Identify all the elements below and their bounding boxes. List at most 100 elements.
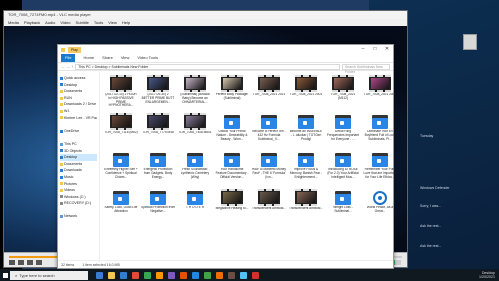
- notification-item[interactable]: Tuesday: [420, 134, 490, 138]
- file-item[interactable]: Spiritual Protection from Negative...: [141, 189, 175, 226]
- file-item[interactable]: Introducing ID ROSE (For 2.0) Your Artif…: [326, 151, 360, 188]
- file-name: TOR_7008_2021 (M112): [330, 93, 356, 100]
- ribbon-tab[interactable]: Home: [83, 54, 94, 62]
- file-item[interactable]: TOR_7008_2021 (M112): [326, 75, 360, 112]
- app-icon[interactable]: [108, 271, 115, 279]
- file-item[interactable]: Unlock Your Primal Nature - Desirability…: [215, 113, 249, 150]
- sidebar-item[interactable]: OneDrive: [60, 128, 97, 135]
- previous-icon[interactable]: [18, 260, 24, 265]
- file-item[interactable]: Dominate Your Ex Boyfriend Full of Love …: [363, 113, 397, 150]
- file-item[interactable]: (2017-09-30) 2 BETTER PRIME BUTT ENLARGE…: [141, 75, 175, 112]
- file-item[interactable]: Perfect Body Package! (Subliminal): [215, 75, 249, 112]
- notification-item[interactable]: Ask the rest...: [420, 244, 490, 248]
- vlc-menu-item[interactable]: Playback: [24, 19, 40, 26]
- sidebar-item[interactable]: RUN: [60, 95, 97, 102]
- vlc-menu-item[interactable]: Tools: [94, 19, 103, 26]
- app-icon[interactable]: [240, 271, 247, 279]
- close-icon[interactable]: ✕: [381, 45, 393, 54]
- file-item[interactable]: Extremely Higher Self + Confidence + Spi…: [104, 151, 138, 188]
- ribbon-tab[interactable]: View: [121, 54, 130, 62]
- stop-icon[interactable]: [27, 260, 33, 265]
- file-item[interactable]: Transcendent Artificial...: [252, 189, 286, 226]
- sidebar-item[interactable]: Downloads 2 / Drive: [60, 101, 97, 108]
- file-item[interactable]: Safety, Luck, Good Life Attraction: [104, 189, 138, 226]
- vlc-menu-item[interactable]: Subtitle: [76, 19, 89, 26]
- file-item[interactable]: Fresh Soundtrack: Lyrithenic Cemetery (W…: [178, 151, 212, 188]
- sidebar-item[interactable]: Windows (C:): [60, 194, 97, 201]
- vlc-menu-item[interactable]: Video: [60, 19, 70, 26]
- file-item[interactable]: TOR_7008_7408 M601: [178, 113, 212, 150]
- sidebar-item[interactable]: Documents: [60, 88, 97, 95]
- file-item[interactable]: Your Handsome Feature Documentary - Offi…: [215, 151, 249, 188]
- vlc-menu-item[interactable]: Help: [122, 19, 130, 26]
- file-item[interactable]: Become an INSEEBLE - l...aluckar | TOTGe…: [289, 113, 323, 150]
- app-icon[interactable]: [228, 271, 235, 279]
- app-icon[interactable]: [156, 271, 163, 279]
- navigation-arrows-icon[interactable]: ← → ↑: [61, 64, 73, 69]
- notification-item[interactable]: Windows Defender: [420, 186, 490, 190]
- file-item[interactable]: Megadrive Healing to...: [215, 189, 249, 226]
- vlc-menu-item[interactable]: View: [108, 19, 117, 26]
- notification-item[interactable]: Ask the rest...: [420, 224, 490, 228]
- app-icon[interactable]: [204, 271, 211, 279]
- next-icon[interactable]: [36, 260, 42, 265]
- app-icon[interactable]: [132, 271, 139, 279]
- file-item[interactable]: World Peace, As a Great...: [363, 189, 397, 226]
- sidebar-item[interactable]: Videos: [60, 187, 97, 194]
- sidebar-item[interactable]: Quick access: [60, 75, 97, 82]
- sidebar-item[interactable]: Desktop: [60, 82, 97, 89]
- file-item[interactable]: TOR_7008_2021 2001: [289, 75, 323, 112]
- sidebar-item[interactable]: Kimber Lee - VR Pac: [60, 115, 97, 122]
- desktop-file-icon[interactable]: [463, 34, 477, 50]
- sidebar-item[interactable]: Network: [60, 213, 97, 220]
- file-item[interactable]: Become a Perfect Ten - 432 Hz Formula Su…: [252, 113, 286, 150]
- file-item[interactable]: TOR_7008_7775 M48: [141, 113, 175, 150]
- sidebar-item[interactable]: Documents: [60, 161, 97, 168]
- sidebar-item[interactable]: Downloads: [60, 167, 97, 174]
- taskbar-search[interactable]: ⌕ Type here to search: [10, 270, 88, 280]
- minimize-icon[interactable]: –: [357, 45, 369, 54]
- sidebar-item[interactable]: This PC: [60, 141, 97, 148]
- app-icon[interactable]: [180, 271, 187, 279]
- app-icon[interactable]: [144, 271, 151, 279]
- ribbon-tab[interactable]: File: [61, 54, 76, 62]
- file-item[interactable]: (Subliminal) (Biracial Baby) Become an O…: [178, 75, 212, 112]
- app-icon[interactable]: [252, 271, 259, 279]
- app-icon[interactable]: [120, 271, 127, 279]
- app-icon[interactable]: [192, 271, 199, 279]
- sidebar-item[interactable]: W.I.: [60, 108, 97, 115]
- vlc-menu-item[interactable]: Audio: [45, 19, 55, 26]
- app-icon[interactable]: [96, 271, 103, 279]
- play-tab[interactable]: Play: [68, 46, 81, 53]
- file-item[interactable]: How To Manifest Money Fast* - THE 6 'For…: [252, 151, 286, 188]
- file-item[interactable]: Transcendent Artificial...: [289, 189, 323, 226]
- maximize-icon[interactable]: □: [369, 45, 381, 54]
- file-item[interactable]: Remember Your Pure Love that are Importa…: [363, 151, 397, 188]
- file-item[interactable]: TOR_7008_2021 2001: [363, 75, 397, 112]
- file-item[interactable]: TOR_7008_7116 (M62): [104, 113, 138, 150]
- app-icon[interactable]: [216, 271, 223, 279]
- file-item[interactable]: Weight Loss - Subliminal...: [326, 189, 360, 226]
- address-bar[interactable]: This PC > Desktop > Subliminals New Fold…: [75, 63, 340, 70]
- sidebar-item[interactable]: 3D Objects: [60, 148, 97, 155]
- sidebar-item[interactable]: RECOVERY (D:): [60, 200, 97, 207]
- file-item[interactable]: Energetic Protection from Gadgets, Body …: [141, 151, 175, 188]
- notification-item[interactable]: Sorry, I was...: [420, 204, 490, 208]
- file-explorer-window[interactable]: Play – □ ✕ File Home Share View Video Tools …: [57, 44, 397, 269]
- file-item[interactable]: T H O O E R: [178, 189, 212, 226]
- ribbon-tab[interactable]: Share: [102, 54, 113, 62]
- sidebar-item[interactable]: Desktop: [60, 154, 97, 161]
- ribbon-tab[interactable]: Video Tools: [137, 54, 158, 62]
- sidebar-item[interactable]: Pictures: [60, 181, 97, 188]
- search-input[interactable]: Search Subliminals New Folder: [342, 63, 390, 74]
- vlc-menu-item[interactable]: Media: [8, 19, 19, 26]
- file-item[interactable]: Improve Focus & Memory, Banish Fear - En…: [289, 151, 323, 188]
- video-file-icon: [298, 115, 314, 129]
- start-button[interactable]: [0, 269, 10, 281]
- play-icon[interactable]: [9, 260, 15, 265]
- app-icon[interactable]: [168, 271, 175, 279]
- sidebar-item[interactable]: Music: [60, 174, 97, 181]
- file-item[interactable]: TOR_7008_2021 2021: [252, 75, 286, 112]
- file-item[interactable]: Debut Ring Frequencies Important for Eve…: [326, 113, 360, 150]
- file-item[interactable]: (2017-02-10) 2 HOUR in HIGH PASSIVE PRIM…: [104, 75, 138, 112]
